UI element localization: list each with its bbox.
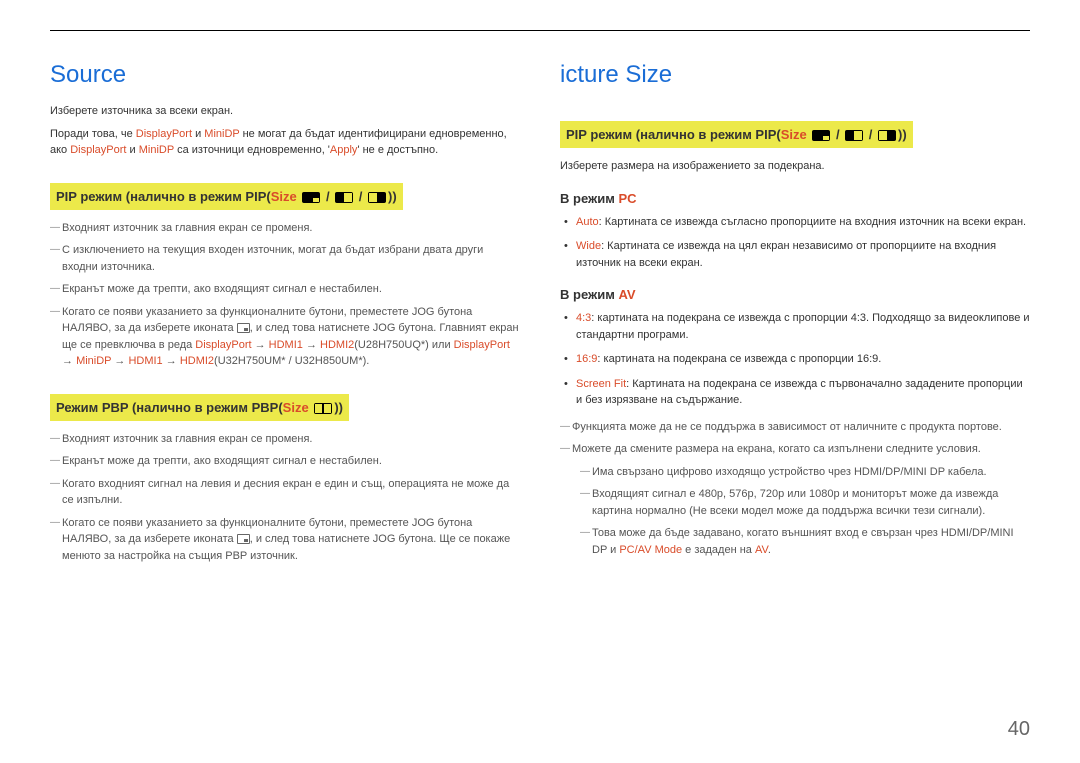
list-item: Входният източник за главния екран се пр… (62, 431, 520, 448)
pip-notes-list: Входният източник за главния екран се пр… (50, 220, 520, 370)
pip-size-right-icon (878, 130, 896, 141)
list-item: Wide: Картината се извежда на цял екран … (576, 238, 1030, 271)
list-item: Входящият сигнал е 480p, 576p, 720p или … (592, 486, 1030, 519)
list-item: С изключението на текущия входен източни… (62, 242, 520, 275)
pip-size-small-icon (302, 192, 320, 203)
list-item: Има свързано цифрово изходящо устройство… (592, 464, 1030, 481)
list-item: 4:3: картината на подекрана се извежда с… (576, 310, 1030, 343)
list-item: 16:9: картината на подекрана се извежда … (576, 351, 1030, 368)
source-switch-icon (237, 323, 250, 333)
av-mode-list: 4:3: картината на подекрана се извежда с… (560, 310, 1030, 409)
av-mode-heading: В режим AV (560, 287, 1030, 302)
list-item: Можете да смените размера на екрана, ког… (572, 441, 1030, 558)
source-note: Поради това, че DisplayPort и MiniDP не … (50, 126, 520, 159)
list-item: Когато се появи указанието за функционал… (62, 515, 520, 565)
list-item: Screen Fit: Картината на подекрана се из… (576, 376, 1030, 409)
pbp-notes-list: Входният източник за главния екран се пр… (50, 431, 520, 565)
pip-size-left-icon (845, 130, 863, 141)
list-item: Функцията може да не се поддържа в завис… (572, 419, 1030, 436)
list-item: Входният източник за главния екран се пр… (62, 220, 520, 237)
pbp-split-icon (314, 403, 332, 414)
footnotes-list: Функцията може да не се поддържа в завис… (560, 419, 1030, 559)
picture-size-intro: Изберете размера на изображението за под… (560, 158, 1030, 175)
list-item: Когато входният сигнал на левия и десния… (62, 476, 520, 509)
pc-mode-list: Auto: Картината се извежда съгласно проп… (560, 214, 1030, 272)
pip-mode-heading-right: PIP режим (налично в режим PIP(Size / / … (560, 121, 913, 148)
left-column: Source Изберете източника за всеки екран… (50, 61, 520, 570)
pbp-mode-heading: Режим PBP (налично в режим PBP(Size )) (50, 394, 349, 421)
pip-size-left-icon (335, 192, 353, 203)
list-item: Екранът може да трепти, ако входящият си… (62, 281, 520, 298)
list-item: Когато се появи указанието за функционал… (62, 304, 520, 370)
list-item: Това може да бъде задавано, когато външн… (592, 525, 1030, 558)
source-intro: Изберете източника за всеки екран. (50, 103, 520, 120)
page-number: 40 (1008, 718, 1030, 741)
picture-size-heading: icture Size (560, 61, 1030, 89)
pip-size-right-icon (368, 192, 386, 203)
list-item: Екранът може да трепти, ако входящият си… (62, 453, 520, 470)
list-item: Auto: Картината се извежда съгласно проп… (576, 214, 1030, 231)
right-column: icture Size PIP режим (налично в режим P… (560, 61, 1030, 570)
pip-size-small-icon (812, 130, 830, 141)
pc-mode-heading: В режим PC (560, 191, 1030, 206)
source-heading: Source (50, 61, 520, 89)
pip-mode-heading: PIP режим (налично в режим PIP(Size / / … (50, 183, 403, 210)
source-switch-icon (237, 534, 250, 544)
